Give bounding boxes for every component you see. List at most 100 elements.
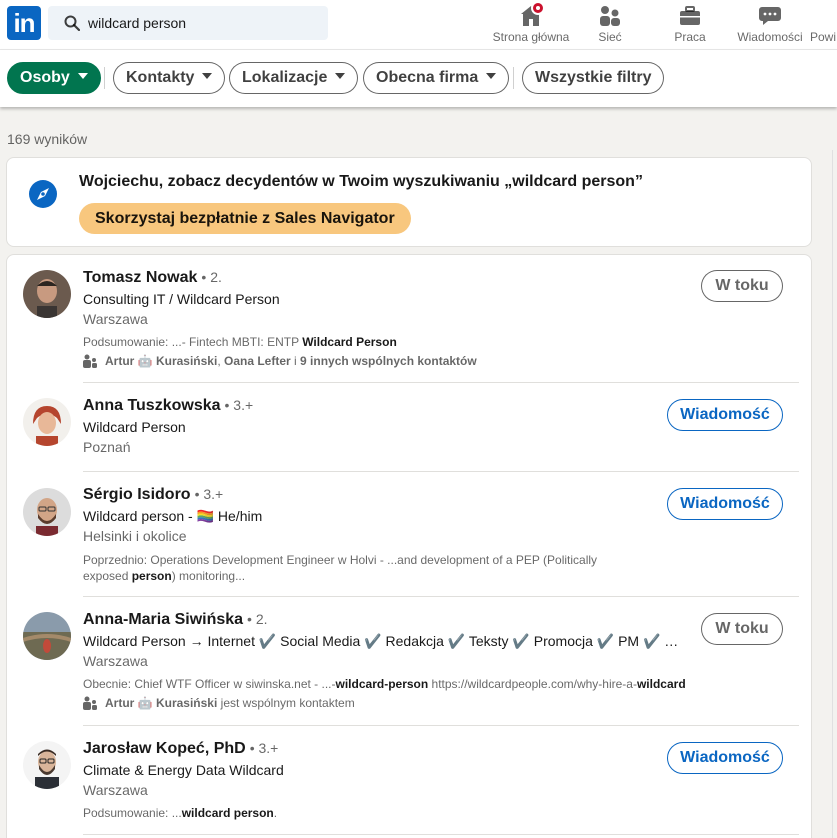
snippet-text: Podsumowanie: ... xyxy=(83,806,182,820)
mutual-connections[interactable]: Artur 🤖 Kurasiński, Oana Lefter i 9 inny… xyxy=(83,354,477,368)
person-name[interactable]: Anna-Maria Siwińska • 2. xyxy=(83,611,268,629)
pending-button[interactable]: W toku xyxy=(701,613,783,645)
notification-badge xyxy=(531,1,545,15)
briefcase-icon xyxy=(680,6,700,25)
result-item: Anna-Maria Siwińska • 2. Wildcard Person … xyxy=(7,597,811,726)
compass-icon xyxy=(29,180,57,208)
sales-navigator-button[interactable]: Skorzystaj bezpłatnie z Sales Navigator xyxy=(79,203,411,234)
person-name-text: Tomasz Nowak xyxy=(83,269,198,286)
filter-current-company-label: Obecna firma xyxy=(376,69,479,86)
snippet-line: Poprzednio: Operations Development Engin… xyxy=(83,553,598,567)
filter-locations[interactable]: Lokalizacje xyxy=(229,62,359,94)
snippet-highlight: wildcard person xyxy=(181,806,274,820)
person-headline: Wildcard Person → Internet ✔️ Social Med… xyxy=(83,633,683,649)
filter-locations-label: Lokalizacje xyxy=(242,69,328,86)
people-icon xyxy=(83,696,97,710)
connection-degree: • 3.+ xyxy=(194,486,224,502)
nav-label-jobs: Praca xyxy=(674,30,706,44)
person-location: Warszawa xyxy=(83,311,148,327)
all-filters-button[interactable]: Wszystkie filtry xyxy=(522,62,665,94)
result-divider xyxy=(83,834,799,835)
person-name[interactable]: Sérgio Isidoro • 3.+ xyxy=(83,486,223,504)
result-item: Jarosław Kopeć, PhD • 3.+ Climate & Energ… xyxy=(7,726,811,838)
mutual-text: jest wspólnym kontaktem xyxy=(217,696,355,710)
snippet-text: . xyxy=(273,806,278,820)
filter-current-company[interactable]: Obecna firma xyxy=(363,62,510,94)
search-input[interactable] xyxy=(88,6,318,40)
person-headline: Wildcard Person xyxy=(83,419,186,435)
connection-degree: • 2. xyxy=(201,269,222,285)
message-button[interactable]: Wiadomość xyxy=(667,488,783,520)
page-scrollbar[interactable] xyxy=(832,150,837,838)
person-headline: Climate & Energy Data Wildcard xyxy=(83,762,284,778)
search-bar[interactable] xyxy=(48,6,328,40)
result-snippet: Podsumowanie: ...wildcard person. xyxy=(83,805,683,821)
message-button[interactable]: Wiadomość xyxy=(667,742,783,774)
top-navigation: in Strona główna Sieć Praca xyxy=(0,0,837,50)
snippet-text: exposed xyxy=(83,569,132,583)
mutual-name: Artur 🤖 Kurasiński xyxy=(105,696,218,710)
person-name[interactable]: Jarosław Kopeć, PhD • 3.+ xyxy=(83,740,278,758)
search-icon xyxy=(64,15,80,31)
result-snippet: Podsumowanie: ...- Fintech MBTI: ENTP Wi… xyxy=(83,334,683,350)
avatar[interactable] xyxy=(23,741,71,789)
snippet-highlight: wildcard-person xyxy=(335,677,429,691)
connection-degree: • 3.+ xyxy=(249,740,279,756)
network-icon xyxy=(600,6,620,26)
person-headline: Wildcard person - 🏳️‍🌈 He/him xyxy=(83,508,263,524)
avatar[interactable] xyxy=(23,270,71,318)
nav-item-network[interactable]: Sieć xyxy=(590,0,630,50)
person-name-text: Jarosław Kopeć, PhD xyxy=(83,740,246,757)
avatar[interactable] xyxy=(23,488,71,536)
snippet-line: exposed person) monitoring... xyxy=(83,568,683,584)
pending-button[interactable]: W toku xyxy=(701,270,783,302)
filter-separator xyxy=(104,67,105,89)
messaging-icon xyxy=(759,7,781,25)
people-icon xyxy=(83,354,97,368)
mutual-count: 9 innych wspólnych kontaktów xyxy=(300,354,477,368)
avatar[interactable] xyxy=(23,398,71,446)
connection-degree: • 3.+ xyxy=(224,397,254,413)
result-item: Sérgio Isidoro • 3.+ Wildcard person - 🏳️… xyxy=(7,472,811,597)
message-button[interactable]: Wiadomość xyxy=(667,399,783,431)
nav-label-messaging: Wiadomości xyxy=(737,30,803,44)
sales-navigator-promo: Wojciechu, zobacz decydentów w Twoim wys… xyxy=(6,157,812,247)
nav-label-network: Sieć xyxy=(598,30,622,44)
snippet-text: ) monitoring... xyxy=(171,569,246,583)
person-location: Poznań xyxy=(83,439,131,455)
filter-connections-label: Kontakty xyxy=(126,69,195,86)
filter-people-label: Osoby xyxy=(20,69,70,86)
chevron-down-icon xyxy=(486,72,497,79)
chevron-down-icon xyxy=(335,72,346,79)
avatar[interactable] xyxy=(23,612,71,660)
nav-item-jobs[interactable]: Praca xyxy=(668,0,712,50)
chevron-down-icon xyxy=(77,72,88,79)
mutual-connections[interactable]: Artur 🤖 Kurasiński jest wspólnym kontakt… xyxy=(83,696,355,710)
linkedin-logo[interactable]: in xyxy=(7,6,41,40)
result-item: Tomasz Nowak • 2. Consulting IT / Wildcar… xyxy=(7,255,811,383)
connection-degree: • 2. xyxy=(247,611,268,627)
result-item: Anna Tuszkowska • 3.+ Wildcard Person Poz… xyxy=(7,383,811,472)
nav-item-home[interactable]: Strona główna xyxy=(490,0,572,50)
nav-label-notifications: Powi xyxy=(810,30,837,44)
mutual-name: Oana Lefter xyxy=(223,354,291,368)
filter-people[interactable]: Osoby xyxy=(7,62,101,94)
result-snippet: Obecnie: Chief WTF Officer w siwinska.ne… xyxy=(83,676,686,692)
snippet-text: Obecnie: Chief WTF Officer w siwinska.ne… xyxy=(83,677,336,691)
results-count: 169 wyników xyxy=(7,131,88,147)
search-filter-bar: Osoby Kontakty Lokalizacje Obecna firma … xyxy=(0,50,837,107)
search-results-list: Tomasz Nowak • 2. Consulting IT / Wildcar… xyxy=(6,254,812,838)
mutual-conjunction: i xyxy=(290,354,301,368)
promo-text: Wojciechu, zobacz decydentów w Twoim wys… xyxy=(79,173,643,190)
snippet-text: Podsumowanie: ...- Fintech MBTI: ENTP xyxy=(83,335,303,349)
chevron-down-icon xyxy=(202,72,213,79)
nav-item-messaging[interactable]: Wiadomości xyxy=(735,0,805,50)
person-location: Warszawa xyxy=(83,653,148,669)
snippet-highlight: Wildcard Person xyxy=(302,335,397,349)
mutual-name: Artur 🤖 Kurasiński xyxy=(105,354,218,368)
mutual-separator: , xyxy=(217,354,224,368)
person-name[interactable]: Anna Tuszkowska • 3.+ xyxy=(83,397,253,415)
person-name[interactable]: Tomasz Nowak • 2. xyxy=(83,269,222,287)
nav-item-notifications[interactable]: Powi xyxy=(810,0,837,50)
filter-connections[interactable]: Kontakty xyxy=(113,62,226,94)
